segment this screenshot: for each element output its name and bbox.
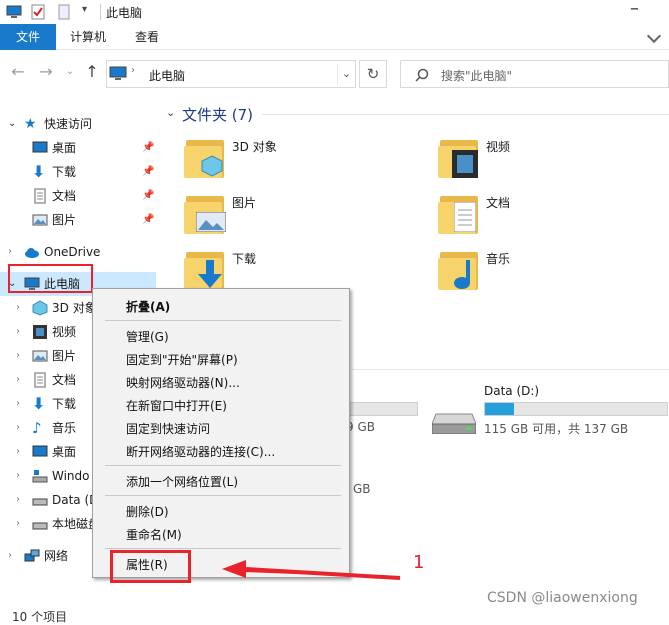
annotation-number: 1 <box>413 552 425 573</box>
annotation-arrow <box>222 560 401 580</box>
watermark-text: CSDN @liaowenxiong <box>487 590 638 606</box>
